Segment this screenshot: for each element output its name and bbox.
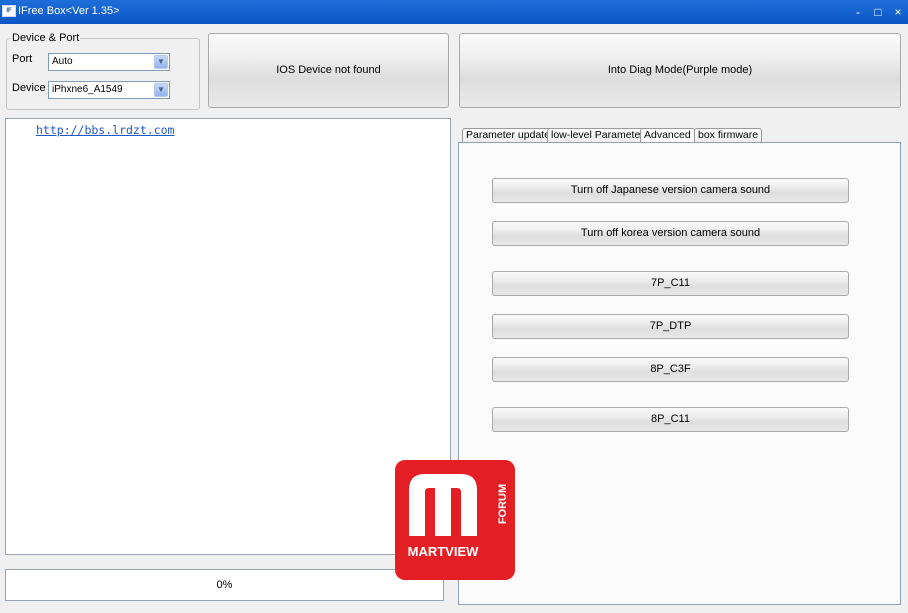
7p-c11-button[interactable]: 7P_C11 bbox=[492, 271, 849, 296]
8p-c3f-button[interactable]: 8P_C3F bbox=[492, 357, 849, 382]
log-textarea[interactable]: http://bbs.lrdzt.com bbox=[5, 118, 451, 555]
tab-parameter-update[interactable]: Parameter update bbox=[462, 128, 555, 142]
diag-mode-button[interactable]: Into Diag Mode(Purple mode) bbox=[459, 33, 901, 108]
advanced-tab-panel: Turn off Japanese version camera sound T… bbox=[458, 142, 901, 605]
device-select[interactable]: iPhxne6_A1549 ▼ bbox=[48, 81, 170, 99]
kr-camera-sound-off-button[interactable]: Turn off korea version camera sound bbox=[492, 221, 849, 246]
chevron-down-icon[interactable]: ▼ bbox=[154, 83, 168, 97]
7p-dtp-button[interactable]: 7P_DTP bbox=[492, 314, 849, 339]
title-bar: IF IFree Box<Ver 1.35> - □ × bbox=[0, 0, 908, 24]
m-logo-icon bbox=[409, 474, 477, 536]
port-label: Port bbox=[12, 53, 33, 65]
tab-box-firmware[interactable]: box firmware bbox=[694, 128, 763, 142]
martview-watermark-logo: MARTVIEW FORUM bbox=[395, 460, 515, 580]
device-select-value: iPhxne6_A1549 bbox=[52, 84, 123, 95]
progress-text: 0% bbox=[216, 579, 233, 591]
device-port-legend: Device & Port bbox=[12, 32, 80, 44]
port-select-value: Auto bbox=[52, 56, 73, 67]
app-logo-icon: IF bbox=[2, 5, 16, 17]
jp-camera-sound-off-button[interactable]: Turn off Japanese version camera sound bbox=[492, 178, 849, 203]
8p-c11-button[interactable]: 8P_C11 bbox=[492, 407, 849, 432]
tab-low-level-parameter[interactable]: low-level Parameter bbox=[547, 128, 648, 142]
window-title: IFree Box<Ver 1.35> bbox=[18, 5, 120, 17]
tab-advanced[interactable]: Advanced bbox=[640, 128, 695, 142]
watermark-brand: MARTVIEW bbox=[407, 544, 479, 559]
device-status-button[interactable]: IOS Device not found bbox=[208, 33, 449, 108]
maximize-icon[interactable]: □ bbox=[870, 4, 886, 20]
device-label: Device bbox=[12, 82, 46, 94]
progress-bar: 0% bbox=[5, 569, 444, 601]
port-select[interactable]: Auto ▼ bbox=[48, 53, 170, 71]
watermark-forum: FORUM bbox=[497, 483, 510, 525]
forum-link[interactable]: http://bbs.lrdzt.com bbox=[36, 123, 174, 137]
chevron-down-icon[interactable]: ▼ bbox=[154, 55, 168, 69]
minimize-icon[interactable]: - bbox=[850, 4, 866, 20]
close-icon[interactable]: × bbox=[890, 4, 906, 20]
